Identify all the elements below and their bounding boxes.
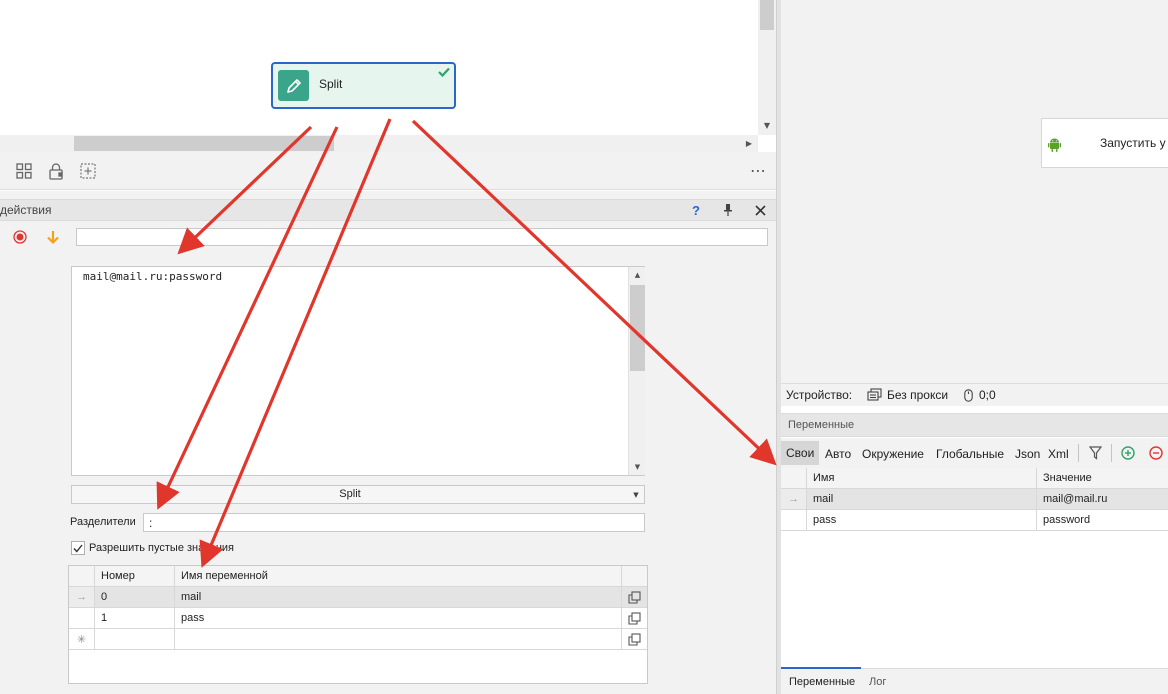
arrow-to-variables-tab <box>411 119 777 466</box>
arrow-to-variable-name <box>199 118 392 568</box>
annotation-arrows <box>156 118 777 568</box>
arrow-to-input <box>177 125 313 255</box>
arrow-to-separator <box>156 126 339 510</box>
